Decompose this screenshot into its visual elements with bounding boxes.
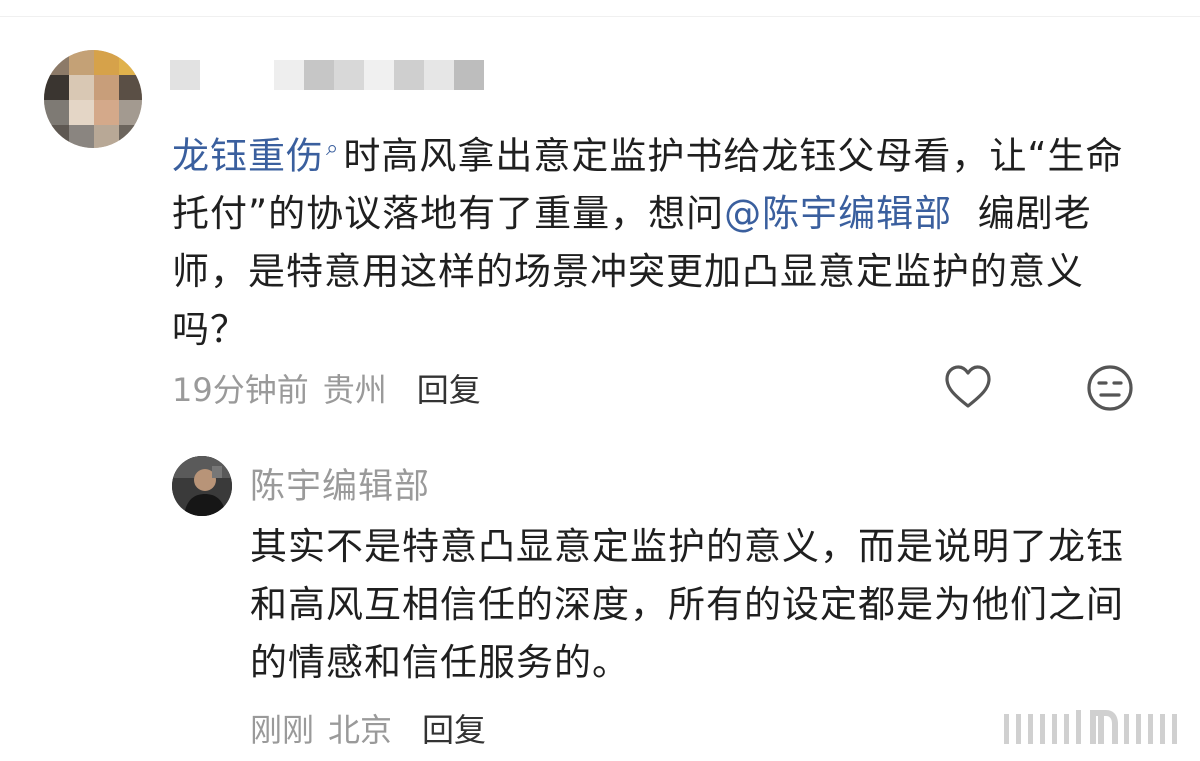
reply-time: 刚刚 <box>250 711 315 749</box>
watermark-logo <box>1004 710 1177 744</box>
reply-avatar[interactable] <box>172 456 232 516</box>
avatar[interactable] <box>44 50 142 148</box>
comment-screen: 龙钰重伤⌕ 时高风拿出意定监护书给龙钰父母看，让“生命托付”的协议落地有了重量，想… <box>0 0 1200 761</box>
neutral-face-icon[interactable] <box>1086 364 1134 412</box>
reply-button[interactable]: 回复 <box>417 365 481 411</box>
reply-reply-button[interactable]: 回复 <box>422 705 486 751</box>
search-icon: ⌕ <box>326 136 340 161</box>
mention-link[interactable]: @陈宇编辑部 <box>724 192 952 235</box>
reply-body: 其实不是特意凸显意定监护的意义，而是说明了龙钰和高风互相信任的深度，所有的设定都… <box>250 525 1124 684</box>
comment-location: 贵州 <box>322 371 387 409</box>
heart-outline-icon[interactable] <box>944 364 992 410</box>
comment-meta: 19分钟前 贵州 回复 <box>172 365 481 411</box>
divider <box>0 16 1200 17</box>
comment-time: 19分钟前 <box>172 371 309 409</box>
reply-location: 北京 <box>328 711 393 749</box>
reply-meta: 刚刚 北京 回复 <box>250 705 486 751</box>
topic-link[interactable]: 龙钰重伤 <box>172 134 324 177</box>
reply-author-name[interactable]: 陈宇编辑部 <box>250 458 430 509</box>
comment-body: 龙钰重伤⌕ 时高风拿出意定监护书给龙钰父母看，让“生命托付”的协议落地有了重量，想… <box>172 120 1152 359</box>
blurred-username[interactable] <box>170 60 484 90</box>
